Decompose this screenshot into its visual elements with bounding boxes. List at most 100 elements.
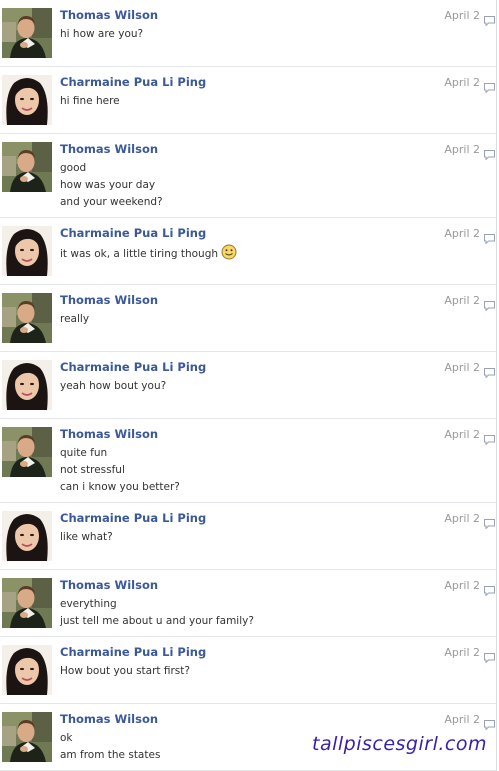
message-line: can i know you better? xyxy=(60,479,180,496)
message-text: really xyxy=(60,313,90,325)
message-date: April 2 xyxy=(444,76,480,89)
message-line: quite fun xyxy=(60,445,180,462)
sender-name-link[interactable]: Thomas Wilson xyxy=(60,142,158,156)
right-border xyxy=(496,0,497,771)
message-line: and your weekend? xyxy=(60,194,163,211)
avatar[interactable] xyxy=(2,511,52,561)
message-text: can i know you better? xyxy=(60,481,180,493)
message-body: really xyxy=(60,311,89,328)
message-line: not stressful xyxy=(60,462,180,479)
avatar[interactable] xyxy=(2,293,52,343)
comment-bubble-icon[interactable] xyxy=(484,363,495,379)
avatar[interactable] xyxy=(2,142,52,192)
message-text: good xyxy=(60,162,87,174)
message-text: yeah how bout you? xyxy=(60,380,167,392)
message-body: yeah how bout you? xyxy=(60,378,166,395)
message-date: April 2 xyxy=(444,294,480,307)
avatar[interactable] xyxy=(2,226,52,276)
message-line: ok xyxy=(60,730,160,747)
message-row: Charmaine Pua Li Ping April 2 hi fine her… xyxy=(0,67,496,134)
message-line: like what? xyxy=(60,529,113,546)
message-row: Thomas Wilson April 2 everything just tell… xyxy=(0,570,496,637)
comment-bubble-icon[interactable] xyxy=(484,581,495,597)
message-text: hi fine here xyxy=(60,95,120,107)
message-text: just tell me about u and your family? xyxy=(60,615,254,627)
message-text: not stressful xyxy=(60,464,125,476)
comment-bubble-icon[interactable] xyxy=(484,296,495,312)
sender-name-link[interactable]: Charmaine Pua Li Ping xyxy=(60,511,206,525)
comment-bubble-icon[interactable] xyxy=(484,430,495,446)
message-line: am from the states xyxy=(60,747,160,764)
message-body: it was ok, a little tiring though xyxy=(60,244,237,261)
avatar[interactable] xyxy=(2,578,52,628)
message-body: everything just tell me about u and your … xyxy=(60,596,254,630)
avatar[interactable] xyxy=(2,645,52,695)
sender-name-link[interactable]: Charmaine Pua Li Ping xyxy=(60,226,206,240)
message-text: like what? xyxy=(60,531,113,543)
avatar[interactable] xyxy=(2,8,52,58)
message-body: like what? xyxy=(60,529,113,546)
message-row: Charmaine Pua Li Ping April 2 How bout yo… xyxy=(0,637,496,704)
message-body: good how was your day and your weekend? xyxy=(60,160,163,211)
message-line: hi fine here xyxy=(60,93,120,110)
message-row: Charmaine Pua Li Ping April 2 it was ok, … xyxy=(0,218,496,285)
comment-bubble-icon[interactable] xyxy=(484,78,495,94)
message-date: April 2 xyxy=(444,9,480,22)
message-date: April 2 xyxy=(444,143,480,156)
message-line: it was ok, a little tiring though xyxy=(60,244,237,261)
watermark: tallpiscesgirl.com xyxy=(312,733,487,755)
sender-name-link[interactable]: Thomas Wilson xyxy=(60,293,158,307)
message-date: April 2 xyxy=(444,579,480,592)
avatar[interactable] xyxy=(2,427,52,477)
message-text: am from the states xyxy=(60,749,161,761)
message-line: everything xyxy=(60,596,254,613)
message-date: April 2 xyxy=(444,428,480,441)
comment-bubble-icon[interactable] xyxy=(484,11,495,27)
message-row: Charmaine Pua Li Ping April 2 like what? xyxy=(0,503,496,570)
sender-name-link[interactable]: Thomas Wilson xyxy=(60,578,158,592)
sender-name-link[interactable]: Thomas Wilson xyxy=(60,8,158,22)
message-line: good xyxy=(60,160,163,177)
message-row: Thomas Wilson April 2 quite fun not stress… xyxy=(0,419,496,503)
message-line: really xyxy=(60,311,89,328)
message-text: quite fun xyxy=(60,447,108,459)
message-date: April 2 xyxy=(444,512,480,525)
message-body: hi how are you? xyxy=(60,26,143,43)
message-text: everything xyxy=(60,598,117,610)
message-row: Thomas Wilson April 2 hi how are you? xyxy=(0,0,496,67)
message-text: ok xyxy=(60,732,73,744)
message-row: Thomas Wilson April 2 good how was your da… xyxy=(0,134,496,218)
message-body: quite fun not stressful can i know you bet… xyxy=(60,445,180,496)
avatar[interactable] xyxy=(2,75,52,125)
message-line: yeah how bout you? xyxy=(60,378,166,395)
message-line: just tell me about u and your family? xyxy=(60,613,254,630)
comment-bubble-icon[interactable] xyxy=(484,715,495,731)
message-text: and your weekend? xyxy=(60,196,163,208)
message-text: how was your day xyxy=(60,179,156,191)
comment-bubble-icon[interactable] xyxy=(484,648,495,664)
sender-name-link[interactable]: Charmaine Pua Li Ping xyxy=(60,645,206,659)
message-body: hi fine here xyxy=(60,93,120,110)
message-date: April 2 xyxy=(444,227,480,240)
message-text: hi how are you? xyxy=(60,28,144,40)
comment-bubble-icon[interactable] xyxy=(484,229,495,245)
avatar[interactable] xyxy=(2,712,52,762)
sender-name-link[interactable]: Thomas Wilson xyxy=(60,427,158,441)
smiley-icon xyxy=(221,244,237,266)
message-line: How bout you start first? xyxy=(60,663,190,680)
message-row: Thomas Wilson April 2 really xyxy=(0,285,496,352)
sender-name-link[interactable]: Charmaine Pua Li Ping xyxy=(60,75,206,89)
message-text: How bout you start first? xyxy=(60,665,190,677)
message-line: how was your day xyxy=(60,177,163,194)
avatar[interactable] xyxy=(2,360,52,410)
sender-name-link[interactable]: Charmaine Pua Li Ping xyxy=(60,360,206,374)
message-date: April 2 xyxy=(444,361,480,374)
sender-name-link[interactable]: Thomas Wilson xyxy=(60,712,158,726)
message-body: ok am from the states xyxy=(60,730,160,764)
comment-bubble-icon[interactable] xyxy=(484,145,495,161)
message-line: hi how are you? xyxy=(60,26,143,43)
comment-bubble-icon[interactable] xyxy=(484,514,495,530)
message-text: it was ok, a little tiring though xyxy=(60,248,219,260)
message-row: Charmaine Pua Li Ping April 2 yeah how bo… xyxy=(0,352,496,419)
message-date: April 2 xyxy=(444,713,480,726)
